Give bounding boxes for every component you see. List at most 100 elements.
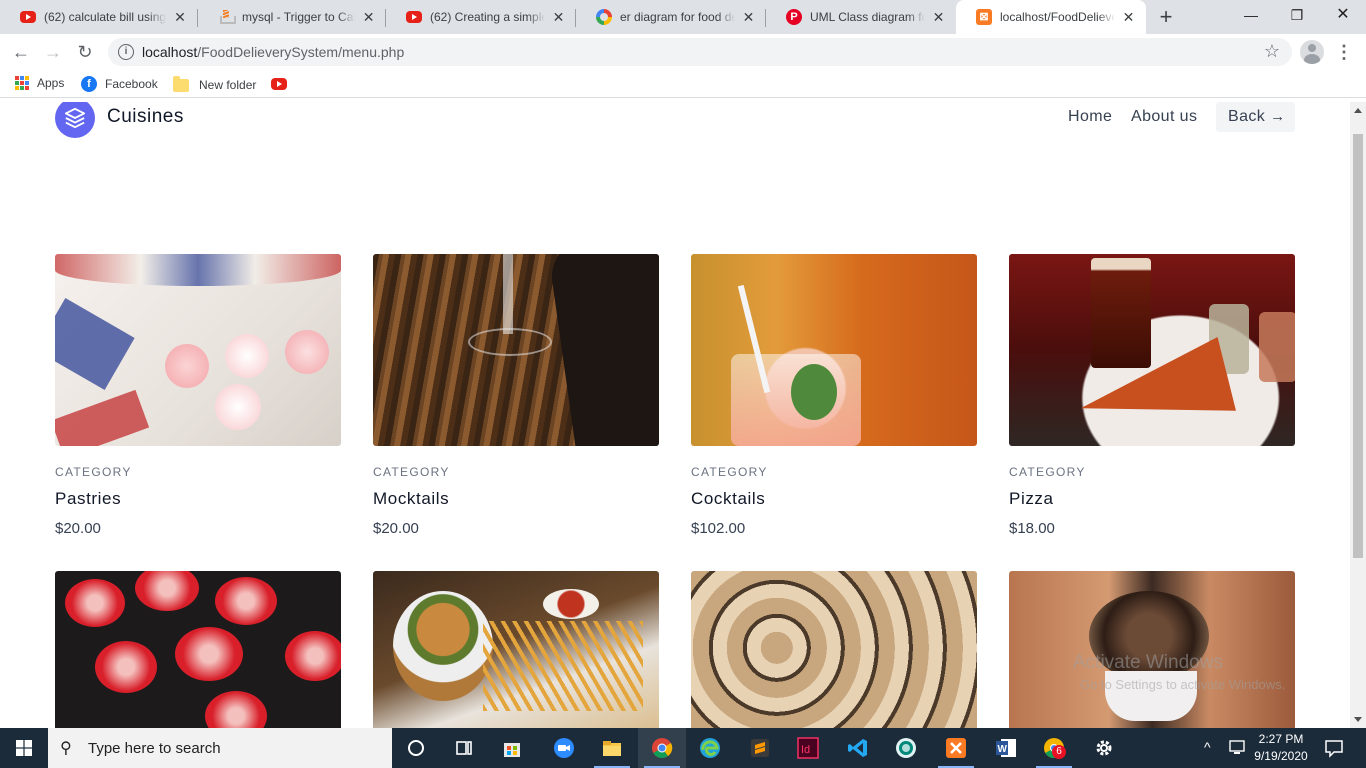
cortana-button[interactable] (392, 728, 440, 768)
bookmark-label: Apps (37, 76, 65, 90)
card-title[interactable]: Cocktails (691, 489, 977, 509)
taskbar-clock[interactable]: 2:27 PM 9/19/2020 (1248, 731, 1314, 765)
settings-app[interactable] (1080, 728, 1128, 768)
nav-home-link[interactable]: Home (1068, 108, 1112, 126)
clock-date: 9/19/2020 (1254, 749, 1308, 763)
card-category: CATEGORY (55, 465, 132, 479)
close-tab-icon[interactable]: ✕ (551, 9, 566, 26)
card-price: $18.00 (1009, 520, 1055, 537)
clock-time: 2:27 PM (1258, 732, 1304, 746)
tab-title: mysql - Trigger to Calcu (242, 10, 355, 24)
ice-cream-image[interactable] (1009, 571, 1295, 728)
menu-card[interactable] (1009, 571, 1295, 728)
back-button[interactable]: Back → (1216, 102, 1295, 132)
indesign-app[interactable]: Id (784, 728, 832, 768)
menu-kebab-icon[interactable]: ⋮ (1334, 40, 1354, 64)
menu-card[interactable]: CATEGORY Pizza $18.00 (1009, 254, 1295, 537)
file-explorer-app[interactable] (588, 728, 636, 768)
new-tab-plus-icon[interactable]: + (1154, 5, 1178, 29)
back-arrow-icon[interactable]: ← (9, 40, 33, 64)
scrollbar-thumb[interactable] (1353, 134, 1363, 558)
browser-tab-active[interactable]: ⊠ localhost/FoodDeliever ✕ (956, 0, 1146, 34)
menu-card[interactable] (373, 571, 659, 728)
menu-card[interactable]: CATEGORY Cocktails $102.00 (691, 254, 977, 537)
tray-chevron-up-icon[interactable]: ^ (1204, 739, 1211, 768)
browser-tab[interactable]: (62) calculate bill using ✕ (0, 0, 198, 34)
close-tab-icon[interactable]: ✕ (1121, 9, 1136, 26)
chrome-app-2[interactable]: 6 (1030, 728, 1078, 768)
cocktails-image[interactable] (691, 254, 977, 446)
browser-tab-strip: (62) calculate bill using ✕ mysql - Trig… (0, 0, 1366, 34)
pastries-image[interactable] (55, 254, 341, 446)
app-circle[interactable] (882, 728, 930, 768)
start-button[interactable] (0, 728, 48, 768)
sublime-text-app[interactable] (736, 728, 784, 768)
notification-center-icon[interactable] (1324, 738, 1344, 768)
scroll-up-arrow-icon[interactable] (1354, 108, 1362, 113)
browser-tab[interactable]: (62) Creating a simple N ✕ (386, 0, 576, 34)
close-tab-icon[interactable]: ✕ (361, 9, 376, 26)
close-tab-icon[interactable]: ✕ (172, 9, 188, 26)
card-title[interactable]: Pizza (1009, 489, 1295, 509)
address-bar[interactable]: i localhost/FoodDelieverySystem/menu.php… (108, 38, 1292, 66)
xampp-app[interactable] (932, 728, 980, 768)
bookmark-new-folder[interactable]: New folder (173, 75, 256, 92)
bookmark-apps[interactable]: Apps (15, 76, 64, 90)
close-tab-icon[interactable]: ✕ (931, 9, 946, 26)
nav-about-link[interactable]: About us (1131, 108, 1197, 126)
site-header: Cuisines Home About us Back → (0, 102, 1350, 142)
browser-tab[interactable]: er diagram for food del ✕ (576, 0, 766, 34)
bread-image[interactable] (691, 571, 977, 728)
folder-icon (173, 75, 189, 92)
edge-icon (700, 738, 720, 758)
indesign-icon: Id (797, 737, 819, 759)
edge-app[interactable] (686, 728, 734, 768)
profile-avatar-icon[interactable] (1300, 40, 1324, 64)
store-app[interactable] (488, 728, 536, 768)
strawberries-image[interactable] (55, 571, 341, 728)
card-title[interactable]: Pastries (55, 489, 341, 509)
search-icon: ⚲ (60, 740, 72, 757)
tab-title: (62) calculate bill using (44, 10, 166, 24)
menu-card[interactable] (691, 571, 977, 728)
browser-tab[interactable]: P UML Class diagram for ✕ (766, 0, 956, 34)
reload-icon[interactable]: ↻ (73, 40, 97, 64)
facebook-icon: f (81, 76, 97, 92)
word-app[interactable]: W (982, 728, 1030, 768)
card-category: CATEGORY (691, 465, 768, 479)
layers-logo-icon[interactable] (55, 102, 95, 138)
site-brand[interactable]: Cuisines (107, 106, 184, 128)
mocktails-image[interactable] (373, 254, 659, 446)
burger-image[interactable] (373, 571, 659, 728)
bookmark-facebook[interactable]: f Facebook (81, 76, 158, 92)
window-close-icon[interactable]: ✕ (1320, 0, 1366, 30)
menu-card[interactable] (55, 571, 341, 728)
zoom-app[interactable] (540, 728, 588, 768)
taskbar-search-box[interactable]: ⚲ Type here to search (48, 728, 392, 768)
scroll-down-arrow-icon[interactable] (1354, 717, 1362, 722)
pizza-image[interactable] (1009, 254, 1295, 446)
tab-title: (62) Creating a simple N (430, 10, 545, 24)
card-title[interactable]: Mocktails (373, 489, 659, 509)
chrome-app[interactable] (638, 728, 686, 768)
browser-tab[interactable]: mysql - Trigger to Calcu ✕ (198, 0, 386, 34)
youtube-icon (271, 78, 287, 90)
bookmark-youtube[interactable] (271, 78, 287, 90)
tab-title: localhost/FoodDeliever (1000, 10, 1115, 24)
cortana-circle-icon (408, 740, 424, 756)
menu-card[interactable]: CATEGORY Pastries $20.00 (55, 254, 341, 537)
minimize-icon[interactable]: — (1228, 0, 1274, 30)
site-info-icon[interactable]: i (118, 44, 134, 60)
activate-windows-watermark: Activate Windows Go to Settings to activ… (1073, 652, 1285, 692)
forward-arrow-icon[interactable]: → (41, 40, 65, 64)
menu-card[interactable]: CATEGORY Mocktails $20.00 (373, 254, 659, 537)
task-view-button[interactable] (440, 728, 488, 768)
close-tab-icon[interactable]: ✕ (741, 9, 756, 26)
bookmark-star-icon[interactable]: ☆ (1264, 41, 1280, 62)
page-scrollbar[interactable] (1350, 102, 1366, 728)
network-icon[interactable] (1228, 738, 1246, 768)
url-text[interactable]: localhost/FoodDelieverySystem/menu.php (142, 44, 404, 60)
vscode-app[interactable] (834, 728, 882, 768)
folder-icon (603, 741, 621, 756)
restore-icon[interactable]: ❐ (1274, 0, 1320, 30)
